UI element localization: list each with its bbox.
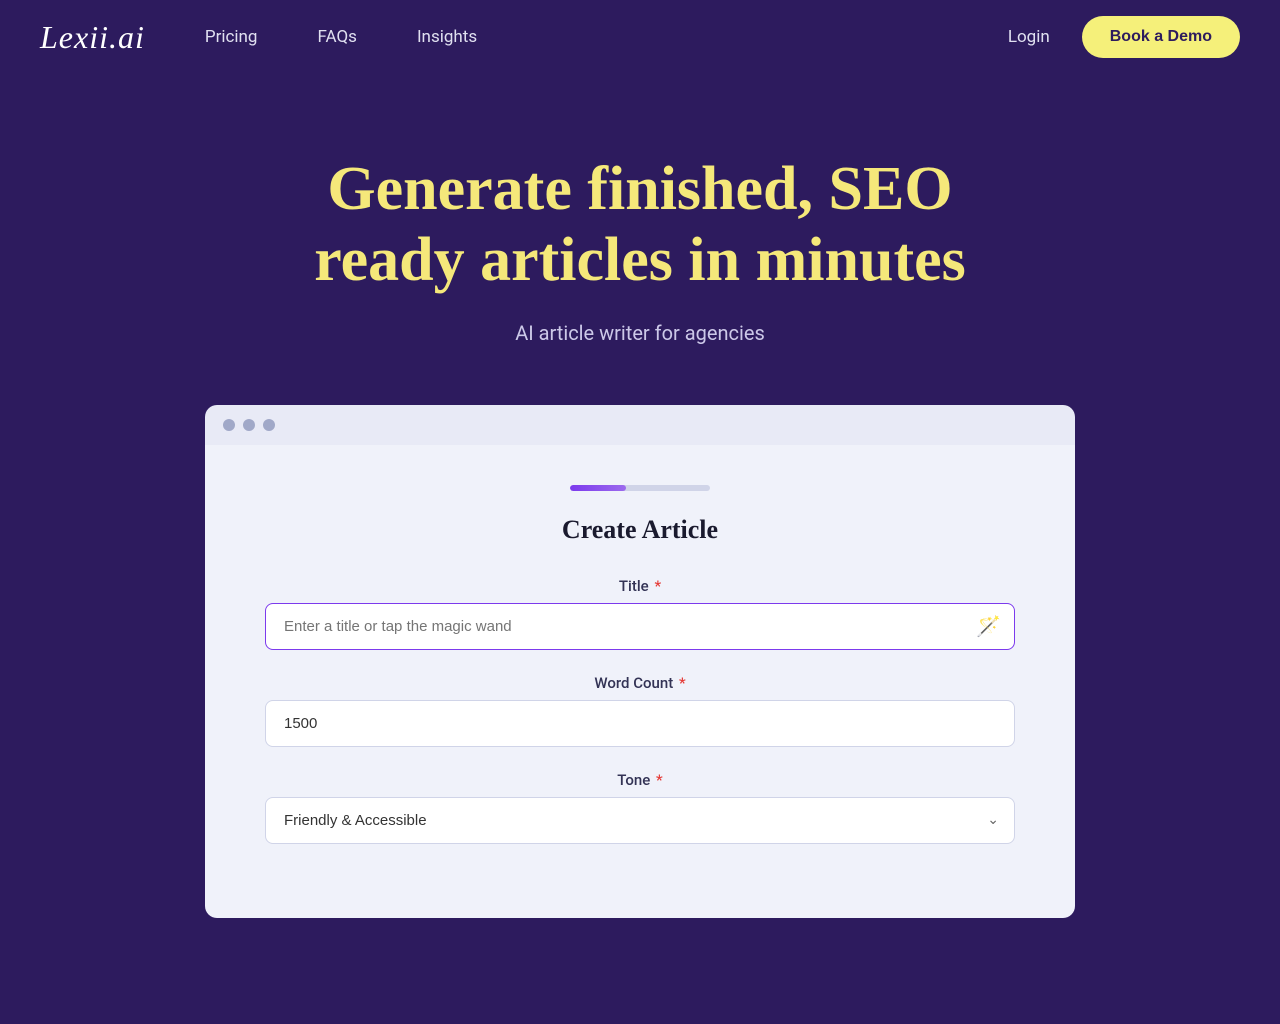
hero-section: Generate finished, SEO ready articles in… <box>0 74 1280 958</box>
progress-bar-container <box>265 485 1015 491</box>
progress-bar-fill <box>570 485 626 491</box>
form-label-word-count: Word Count * <box>265 674 1015 692</box>
window-body: Create Article Title * 🪄 Word Count * <box>205 445 1075 918</box>
window-chrome <box>205 405 1075 445</box>
nav-link-pricing[interactable]: Pricing <box>205 27 258 47</box>
nav-links: Pricing FAQs Insights <box>205 27 1008 47</box>
hero-subtitle: AI article writer for agencies <box>515 321 765 345</box>
window-dot-3 <box>263 419 275 431</box>
form-label-title: Title * <box>265 577 1015 595</box>
required-asterisk-title: * <box>651 577 661 595</box>
window-dot-2 <box>243 419 255 431</box>
nav-link-insights[interactable]: Insights <box>417 27 477 47</box>
form-field-title: Title * 🪄 <box>265 577 1015 650</box>
nav-link-faqs[interactable]: FAQs <box>317 27 356 47</box>
required-asterisk-tone: * <box>652 771 662 789</box>
book-demo-button[interactable]: Book a Demo <box>1082 16 1240 58</box>
tone-select-wrapper: Friendly & Accessible Professional Casua… <box>265 797 1015 844</box>
hero-title: Generate finished, SEO ready articles in… <box>250 154 1030 297</box>
nav-right: Login Book a Demo <box>1008 16 1240 58</box>
word-count-input[interactable] <box>265 700 1015 747</box>
demo-window: Create Article Title * 🪄 Word Count * <box>205 405 1075 918</box>
navbar: Lexii.ai Pricing FAQs Insights Login Boo… <box>0 0 1280 74</box>
form-field-tone: Tone * Friendly & Accessible Professiona… <box>265 771 1015 844</box>
form-title: Create Article <box>265 515 1015 545</box>
magic-wand-icon[interactable]: 🪄 <box>976 614 1001 638</box>
login-link[interactable]: Login <box>1008 27 1050 47</box>
tone-select[interactable]: Friendly & Accessible Professional Casua… <box>265 797 1015 844</box>
logo[interactable]: Lexii.ai <box>40 19 145 56</box>
title-input[interactable] <box>265 603 1015 650</box>
progress-bar-track <box>570 485 710 491</box>
form-label-tone: Tone * <box>265 771 1015 789</box>
title-input-wrapper: 🪄 <box>265 603 1015 650</box>
window-dot-1 <box>223 419 235 431</box>
form-field-word-count: Word Count * <box>265 674 1015 747</box>
required-asterisk-wordcount: * <box>675 674 685 692</box>
